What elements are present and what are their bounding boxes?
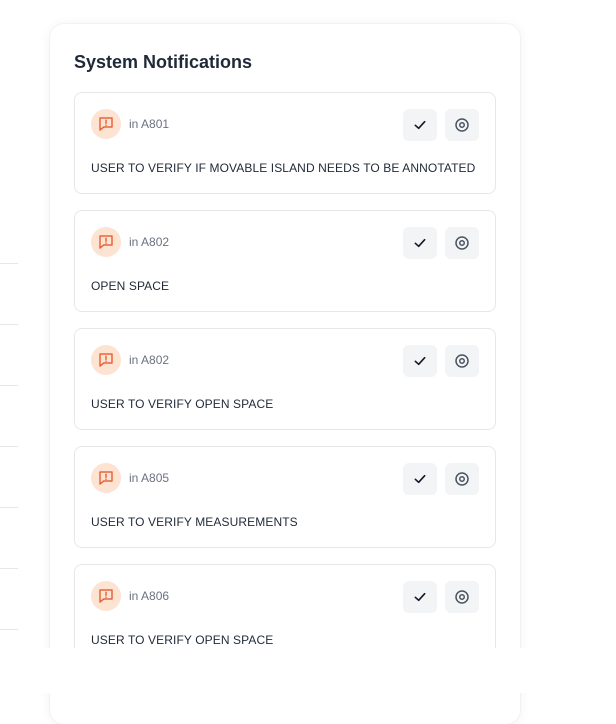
message-alert-icon — [91, 345, 121, 375]
notification-message: USER TO VERIFY OPEN SPACE — [91, 633, 274, 647]
notification-location: in A802 — [129, 353, 170, 367]
target-icon — [455, 118, 469, 132]
message-alert-icon — [91, 581, 121, 611]
resolve-button[interactable] — [403, 463, 437, 495]
notification-card: in A805 USER TO VERIFY MEASUREMENTS — [74, 446, 496, 548]
notification-location: in A806 — [129, 589, 170, 603]
row-divider — [0, 324, 18, 325]
resolve-button[interactable] — [403, 345, 437, 377]
row-divider — [0, 507, 18, 508]
locate-button[interactable] — [445, 345, 479, 377]
target-icon — [455, 354, 469, 368]
target-icon — [455, 590, 469, 604]
target-icon — [455, 472, 469, 486]
notification-message: USER TO VERIFY MEASUREMENTS — [91, 515, 298, 529]
resolve-button[interactable] — [403, 581, 437, 613]
message-alert-icon — [91, 463, 121, 493]
row-divider — [0, 629, 18, 630]
locate-button[interactable] — [445, 109, 479, 141]
notification-message: USER TO VERIFY OPEN SPACE — [91, 397, 274, 411]
notification-message: USER TO VERIFY IF MOVABLE ISLAND NEEDS T… — [91, 161, 476, 175]
notification-card: in A801 USER TO VERIFY IF MOVABLE ISLAND… — [74, 92, 496, 194]
row-divider — [0, 385, 18, 386]
background-row-dividers — [0, 0, 18, 693]
row-divider — [0, 263, 18, 264]
message-alert-icon — [91, 227, 121, 257]
target-icon — [455, 236, 469, 250]
notification-card: in A802 USER TO VERIFY OPEN SPACE — [74, 328, 496, 430]
notification-location: in A801 — [129, 117, 170, 131]
message-alert-icon — [91, 109, 121, 139]
resolve-button[interactable] — [403, 109, 437, 141]
notification-location: in A802 — [129, 235, 170, 249]
locate-button[interactable] — [445, 463, 479, 495]
check-icon — [414, 356, 426, 366]
row-divider — [0, 568, 18, 569]
scroll-cutoff — [0, 648, 616, 693]
check-icon — [414, 592, 426, 602]
notification-location: in A805 — [129, 471, 170, 485]
notification-card: in A802 OPEN SPACE — [74, 210, 496, 312]
row-divider — [0, 446, 18, 447]
notification-message: OPEN SPACE — [91, 279, 170, 293]
locate-button[interactable] — [445, 581, 479, 613]
check-icon — [414, 474, 426, 484]
system-notifications-panel: System Notifications in A801 USER TO VER… — [50, 24, 520, 724]
check-icon — [414, 120, 426, 130]
panel-title: System Notifications — [74, 52, 253, 72]
resolve-button[interactable] — [403, 227, 437, 259]
check-icon — [414, 238, 426, 248]
locate-button[interactable] — [445, 227, 479, 259]
